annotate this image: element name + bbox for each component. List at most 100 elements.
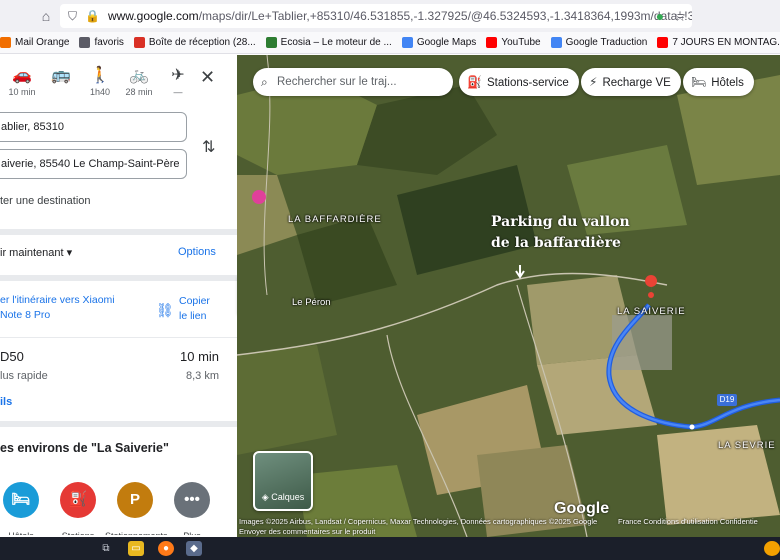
divider <box>0 275 237 281</box>
nearby-label: Stations <box>48 531 108 535</box>
travel-mode-duration: 28 min <box>125 87 153 97</box>
route-distance: 8,3 km <box>186 370 220 382</box>
envelope-icon <box>0 37 11 48</box>
bookmarks-bar: Mail Orange favoris Boîte de réception (28… <box>0 32 780 54</box>
link-icon: ⛓ <box>156 302 174 318</box>
road-label: D19 <box>717 394 737 406</box>
os-taskbar: ⧉ ▭ ● ◆ <box>0 537 780 560</box>
travel-mode-bike[interactable]: 🚲 28 min <box>119 65 159 97</box>
travel-mode-walk[interactable]: 🚶 1h40 <box>80 65 120 97</box>
hotel-icon: 🛏 <box>11 491 31 508</box>
travel-mode-car[interactable]: 🚗 10 min <box>2 65 42 97</box>
place-label-sevrie: LA SEVRIE <box>718 440 776 451</box>
close-icon[interactable]: ✕ <box>200 67 215 88</box>
extension-icon[interactable]: ● <box>652 8 668 24</box>
star-bookmark-icon[interactable]: ☆ <box>672 8 688 24</box>
depart-selector[interactable]: ir maintenant ▾ <box>0 246 72 259</box>
copy-link-button[interactable]: Copier le lien <box>179 294 210 324</box>
gmail-icon <box>133 37 145 48</box>
bookmark-item[interactable]: Boîte de réception (28... <box>133 37 256 48</box>
footer-links[interactable]: France Conditions d'utilisation Confiden… <box>618 517 758 526</box>
satellite-map[interactable] <box>237 55 780 537</box>
swap-icon[interactable]: ⇅ <box>202 137 215 157</box>
place-label-baffardiere: LA BAFFARDIÈRE <box>288 214 382 225</box>
translate-icon <box>550 37 562 48</box>
folder-icon <box>79 37 91 48</box>
travel-mode-duration: — <box>173 87 183 97</box>
car-icon: 🚗 <box>12 67 32 84</box>
directions-panel: 🚗 10 min 🚌 🚶 1h40 🚲 28 min ✈ — ✕ ablier, 85310 a… <box>0 55 237 535</box>
send-feedback-link[interactable]: Envoyer des commentaires sur le produit <box>239 527 375 536</box>
travel-mode-plane[interactable]: ✈ — <box>158 65 198 97</box>
nearby-label: Plus <box>162 531 222 535</box>
google-icon <box>401 37 413 48</box>
divider <box>0 421 237 427</box>
fuel-icon: ⛽ <box>467 75 482 89</box>
travel-mode-duration: 1h40 <box>89 87 111 97</box>
file-explorer-icon[interactable]: ▭ <box>128 541 144 556</box>
bookmark-item[interactable]: Ecosia – Le moteur de ... <box>265 37 392 48</box>
user-annotation: Parking du vallon de la baffardière <box>491 214 630 251</box>
route-name[interactable]: D50 <box>0 349 24 364</box>
nearby-label: Hôtels <box>0 531 51 535</box>
details-link[interactable]: ils <box>0 396 12 408</box>
travel-mode-bus[interactable]: 🚌 <box>41 65 81 87</box>
shield-icon[interactable]: ⛉ <box>68 9 77 24</box>
chip-ev-charge[interactable]: ⚡ Recharge VE <box>581 68 681 96</box>
search-route-input[interactable]: ⌕ Rechercher sur le traj... <box>253 68 453 96</box>
destination-input[interactable]: aiverie, 85540 Le Champ-Saint-Père <box>0 149 187 179</box>
bookmark-item[interactable]: Google Traduction <box>550 37 647 48</box>
walk-icon: 🚶 <box>90 67 110 84</box>
nearby-more-button[interactable]: ••• <box>174 482 210 518</box>
layers-button[interactable]: ◈ Calques <box>253 451 313 511</box>
place-label-peron: Le Péron <box>292 297 331 308</box>
map-attribution: Images ©2025 Airbus, Landsat / Copernicu… <box>239 517 598 526</box>
chip-fuel[interactable]: ⛽ Stations-service <box>459 68 579 96</box>
chip-hotel[interactable]: 🛏 Hôtels <box>683 68 754 96</box>
route-time: 10 min <box>180 349 220 364</box>
youtube-icon <box>657 37 669 48</box>
more-icon: ••• <box>184 491 200 508</box>
bookmark-item[interactable]: YouTube <box>486 37 541 48</box>
url-field[interactable]: ⛉ 🔒 www.google.com/maps/dir/Le+Tablier,+… <box>60 4 692 28</box>
google-logo: Google <box>554 500 610 517</box>
layers-icon: ◈ <box>261 492 269 502</box>
divider <box>0 229 237 235</box>
nearby-fuel-button[interactable]: ⛽ <box>60 482 96 518</box>
send-to-phone-link[interactable]: er l'itinéraire vers Xiaomi Note 8 Pro <box>0 293 115 323</box>
nearby-parking-button[interactable]: P <box>117 482 153 518</box>
ecosia-icon <box>265 37 277 48</box>
caret-down-icon: ▾ <box>66 247 73 259</box>
browser-toolbar: ⌂ ⛉ 🔒 www.google.com/maps/dir/Le+Tablier… <box>0 0 780 32</box>
fuel-icon: ⛽ <box>68 491 88 508</box>
divider <box>0 337 237 338</box>
origin-input[interactable]: ablier, 85310 <box>0 112 187 142</box>
bus-icon: 🚌 <box>51 67 71 84</box>
bookmark-item[interactable]: Mail Orange <box>0 37 69 48</box>
url-text: www.google.com/maps/dir/Le+Tablier,+8531… <box>107 9 692 23</box>
place-label-saiverie: LA SAIVERIE <box>617 306 686 317</box>
app-icon[interactable]: ◆ <box>186 541 202 556</box>
plane-icon: ✈ <box>171 67 185 84</box>
firefox-icon[interactable]: ● <box>158 541 174 556</box>
hotel-icon: 🛏 <box>691 75 707 89</box>
ev-charge-icon: ⚡ <box>589 75 598 89</box>
search-icon: ⌕ <box>261 75 268 89</box>
add-destination-link[interactable]: ter une destination <box>0 195 91 207</box>
bookmark-item[interactable]: favoris <box>79 37 124 48</box>
bookmark-item[interactable]: Google Maps <box>401 37 476 48</box>
bookmark-item[interactable]: 7 JOURS EN MONTAG... <box>657 37 780 48</box>
tray-icon[interactable] <box>764 541 780 556</box>
lock-icon[interactable]: 🔒 <box>85 9 100 23</box>
route-subtitle: lus rapide <box>0 370 48 382</box>
home-icon[interactable]: ⌂ <box>38 8 54 24</box>
nearby-label: Stationnements <box>105 531 168 535</box>
bike-icon: 🚲 <box>129 67 149 84</box>
map-imagery <box>237 55 780 537</box>
travel-mode-duration: 10 min <box>8 87 36 97</box>
nearby-hotel-button[interactable]: 🛏 <box>3 482 39 518</box>
task-view-icon[interactable]: ⧉ <box>98 541 114 556</box>
youtube-icon <box>486 37 498 48</box>
options-button[interactable]: Options <box>178 246 216 258</box>
parking-icon: P <box>129 491 140 508</box>
